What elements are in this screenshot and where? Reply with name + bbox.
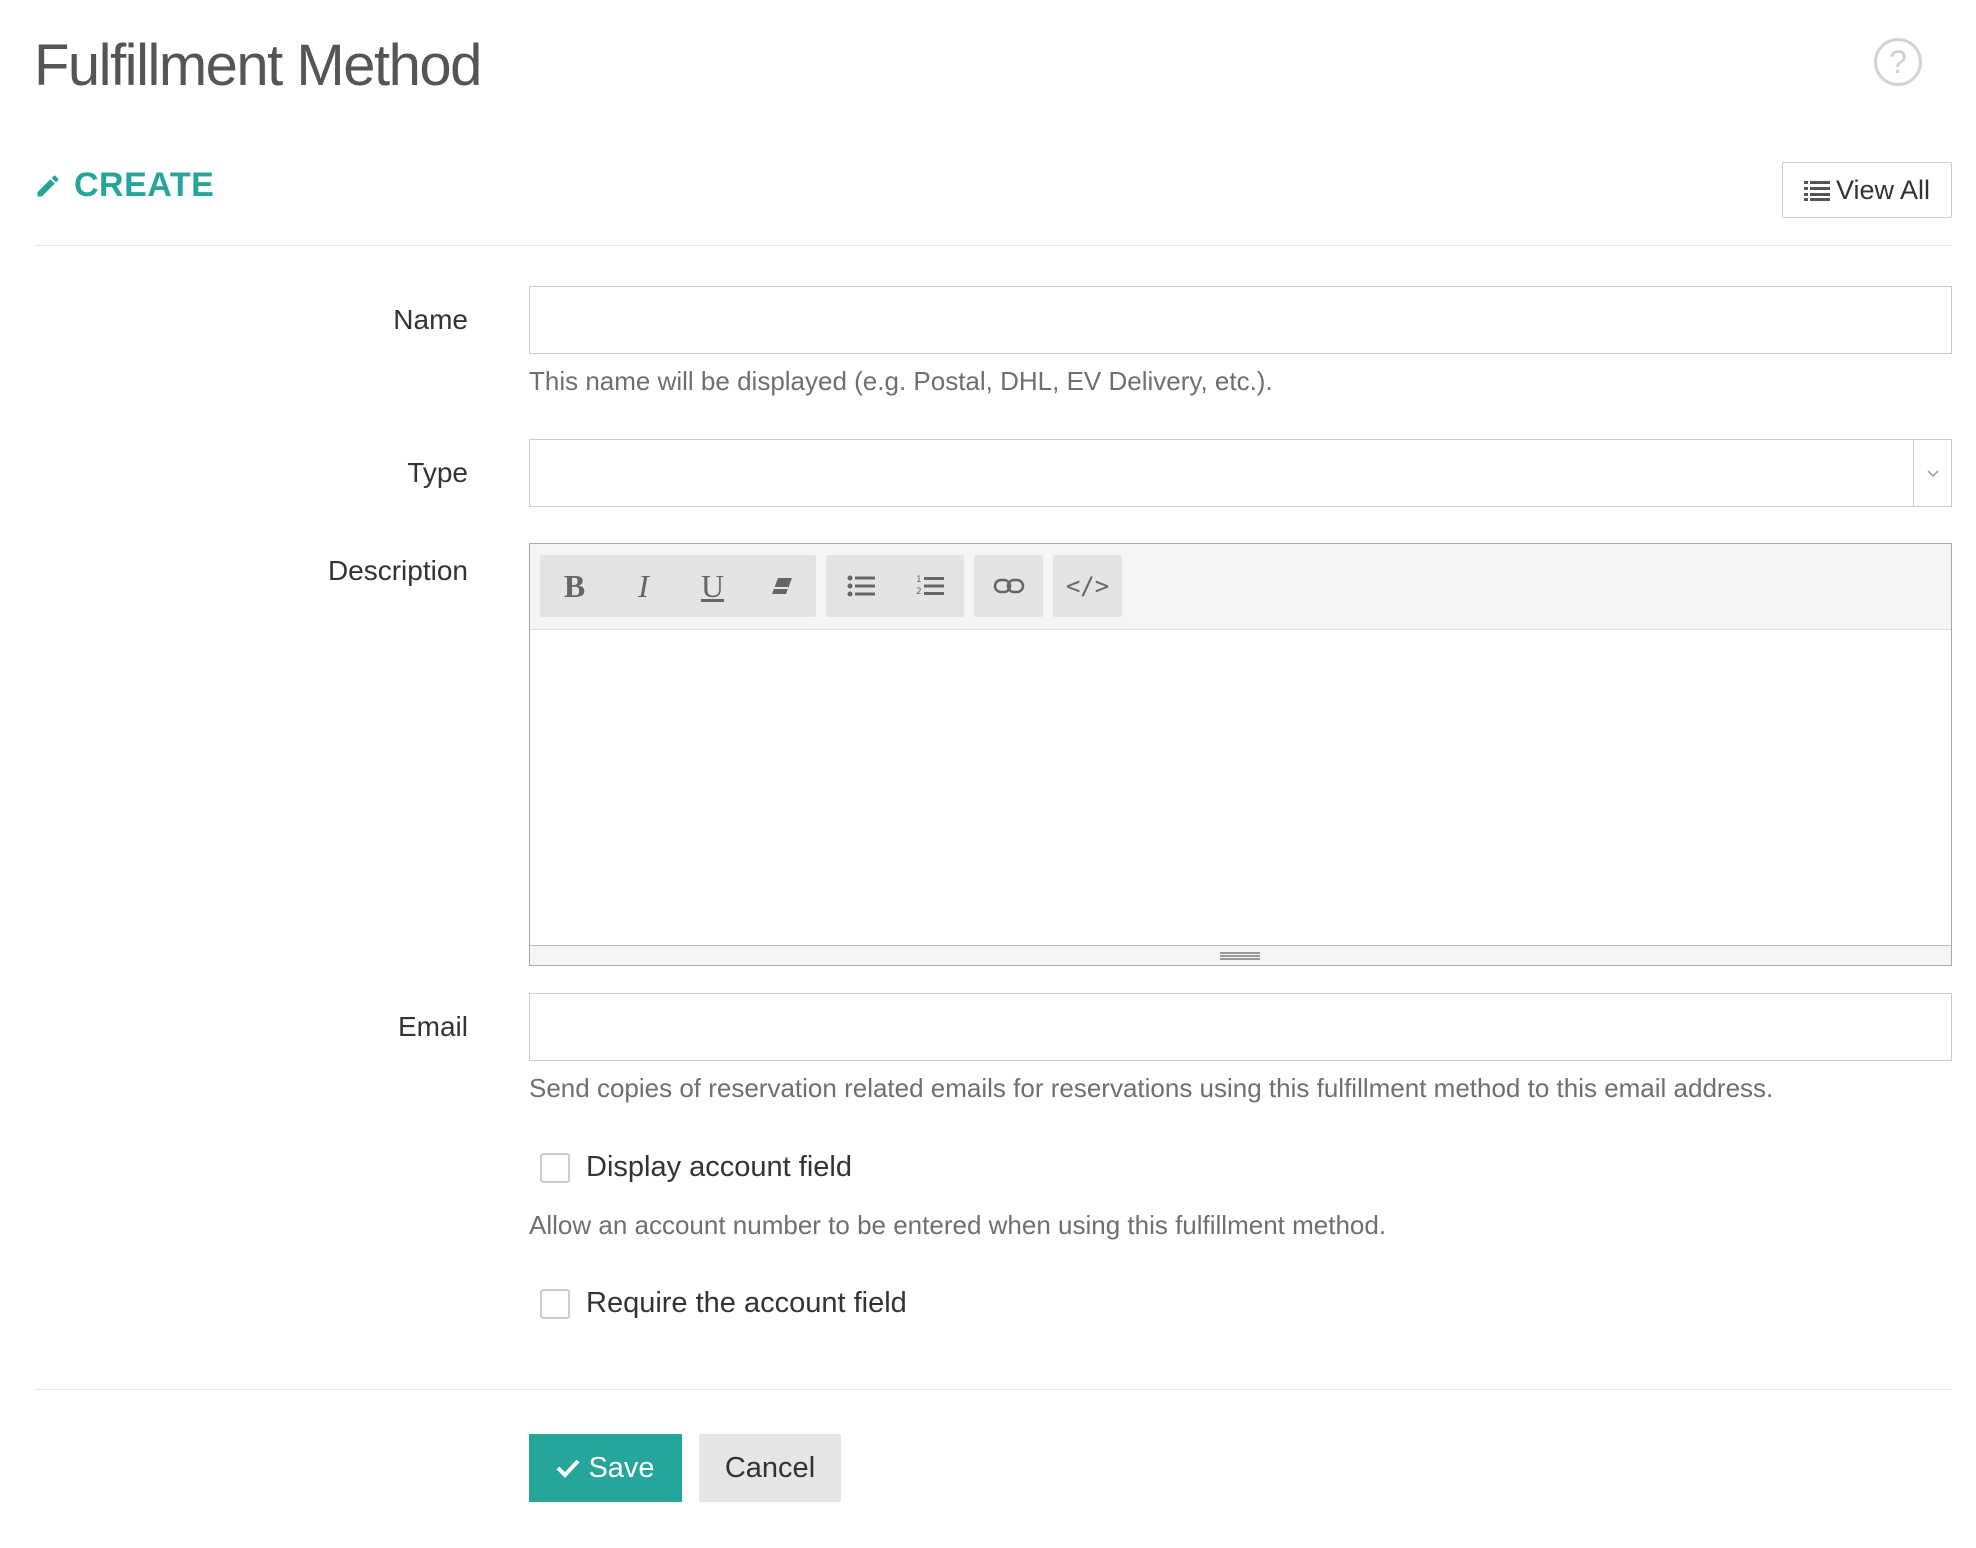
underline-button[interactable]: U (678, 555, 747, 617)
chevron-down-icon[interactable] (1913, 440, 1951, 506)
bullet-list-button[interactable] (826, 555, 895, 617)
section-header: CREATE (34, 166, 214, 205)
name-input[interactable] (529, 286, 1952, 354)
editor-toolbar: B I U 1 2 </> (530, 544, 1951, 630)
require-account-field-option[interactable]: Require the account field (540, 1287, 907, 1320)
pencil-icon (37, 174, 59, 196)
format-button-group: B I U (540, 555, 816, 617)
link-button[interactable] (974, 555, 1043, 617)
italic-button[interactable]: I (609, 555, 678, 617)
view-all-label: View All (1835, 174, 1931, 205)
help-icon[interactable]: ? (1874, 38, 1922, 86)
link-button-group (974, 555, 1043, 617)
save-button[interactable]: Save (529, 1434, 682, 1502)
display-account-field-checkbox[interactable] (540, 1152, 570, 1183)
view-all-button[interactable]: View All (1782, 162, 1952, 218)
display-account-field-label[interactable]: Display account field (586, 1151, 852, 1184)
code-button-group: </> (1053, 555, 1122, 617)
type-label: Type (407, 457, 468, 488)
display-account-field-option[interactable]: Display account field (540, 1151, 852, 1184)
name-help-text: This name will be displayed (e.g. Postal… (529, 366, 1273, 396)
description-textarea[interactable] (530, 630, 1951, 946)
link-icon (993, 578, 1024, 594)
save-label: Save (588, 1451, 655, 1484)
footer-divider (34, 1389, 1952, 1390)
code-view-button[interactable]: </> (1053, 555, 1122, 617)
section-title: CREATE (74, 166, 215, 204)
type-select[interactable] (529, 439, 1952, 507)
require-account-field-label[interactable]: Require the account field (586, 1287, 907, 1320)
email-label: Email (397, 1011, 468, 1042)
svg-text:1: 1 (916, 575, 922, 585)
list-button-group: 1 2 (826, 555, 964, 617)
name-label: Name (393, 304, 468, 335)
description-label: Description (327, 555, 468, 586)
grip-icon (1220, 952, 1260, 960)
eraser-button[interactable] (747, 555, 816, 617)
require-account-field-checkbox[interactable] (540, 1288, 570, 1319)
page-title: Fulfillment Method (34, 33, 482, 98)
cancel-button[interactable]: Cancel (699, 1434, 841, 1502)
editor-resize-handle[interactable] (530, 945, 1951, 965)
description-editor: B I U 1 2 </> (529, 543, 1952, 966)
email-help-text: Send copies of reservation related email… (529, 1073, 1774, 1103)
numbered-list-button[interactable]: 1 2 (895, 555, 964, 617)
svg-text:2: 2 (916, 587, 922, 597)
display-account-field-help-text: Allow an account number to be entered wh… (529, 1210, 1387, 1240)
eraser-icon (771, 578, 792, 594)
bullet-list-icon (847, 575, 875, 597)
list-icon (1803, 181, 1830, 201)
check-icon (557, 1459, 580, 1478)
bold-button[interactable]: B (540, 555, 609, 617)
header-divider (34, 245, 1952, 246)
email-input[interactable] (529, 993, 1952, 1061)
numbered-list-icon: 1 2 (916, 575, 944, 597)
